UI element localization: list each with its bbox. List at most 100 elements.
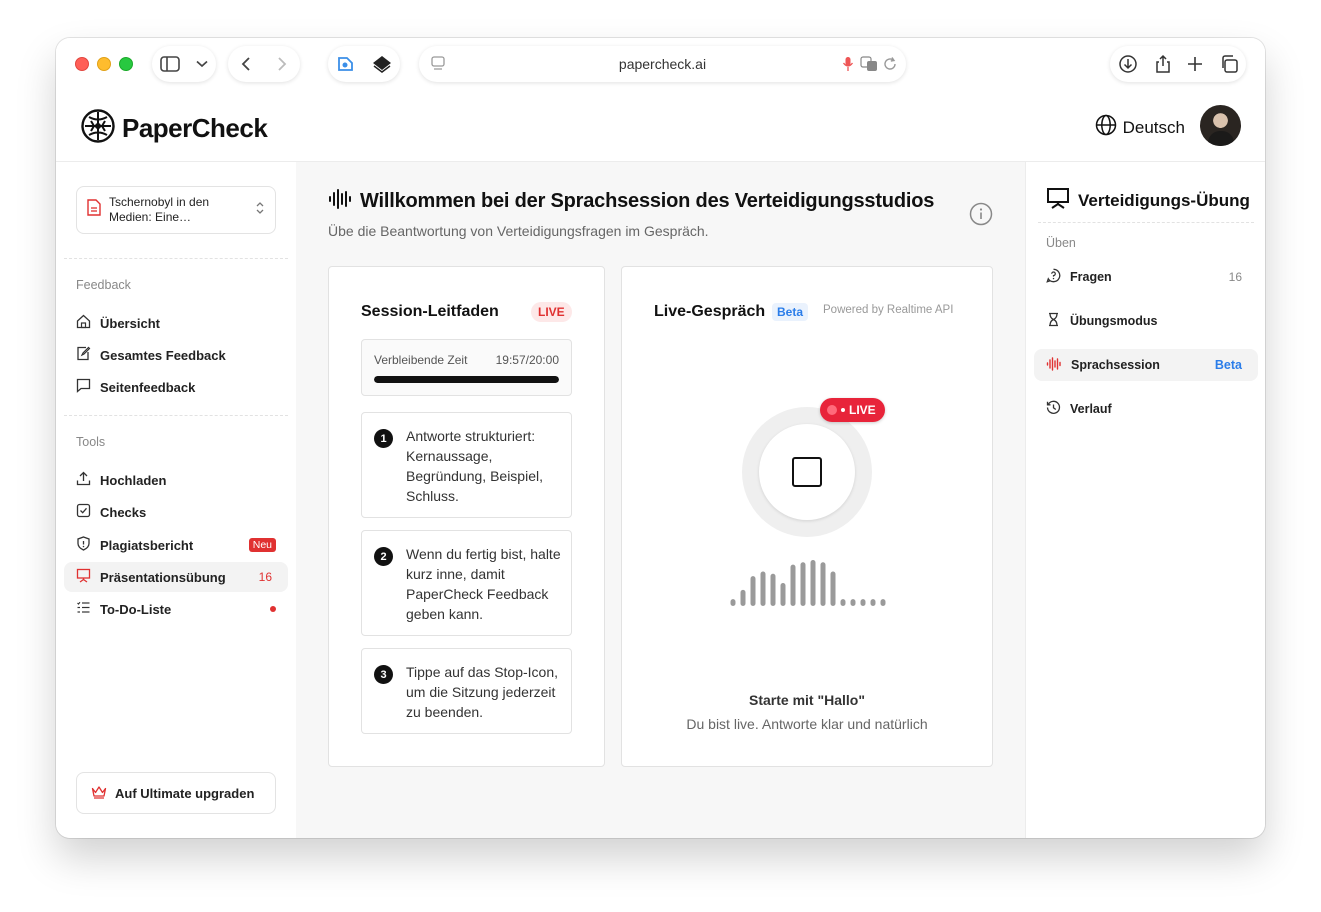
waveform-bar [780,583,786,606]
history-icon [1046,400,1061,418]
sidebar-item-uebersicht[interactable]: Übersicht [64,308,288,338]
sidebar-item-plagiatsbericht[interactable]: Plagiatsbericht Neu [64,530,288,560]
share-icon[interactable] [1155,54,1171,74]
edit-doc-icon [76,346,91,364]
chevron-down-icon[interactable] [196,60,208,68]
comment-icon [76,378,91,396]
waveform-bar [850,599,856,606]
page-subtitle: Übe die Beantwortung von Verteidigungsfr… [328,223,709,239]
document-selector[interactable]: Tschernobyl in den Medien: Eine… [76,186,276,234]
history-nav-group [228,46,300,82]
shield-icon [76,536,91,554]
avatar[interactable] [1200,105,1241,146]
logo[interactable]: PaperCheck [80,108,268,149]
info-icon[interactable] [969,202,993,231]
stop-icon [792,457,822,487]
waveform-bar [760,571,766,606]
layers-extension-icon[interactable] [372,55,392,73]
sidebar-item-label: Plagiatsbericht [100,537,194,553]
sidebar-item-todo-liste[interactable]: To-Do-Liste [64,594,288,624]
waveform-bar [740,589,746,606]
waveform-bar [880,599,886,606]
minimize-window-button[interactable] [97,57,111,71]
sidebar-item-hochladen[interactable]: Hochladen [64,465,288,495]
sidebar-item-checks[interactable]: Checks [64,497,288,527]
step-number: 3 [374,665,393,684]
waveform-bar [840,599,846,606]
timer-label: Verbleibende Zeit [374,353,468,367]
step-text: Antworte strukturiert: Kernaussage, Begr… [406,428,543,504]
brand-name: PaperCheck [122,113,268,143]
timer-value: 19:57/20:00 [495,353,559,367]
page-title: Willkommen bei der Sprachsession des Ver… [360,190,935,212]
guide-step: 3 Tippe auf das Stop-Icon, um die Sitzun… [361,648,572,734]
stop-button[interactable] [759,424,855,520]
recording-dot-icon [827,405,837,415]
sidebar-item-seitenfeedback[interactable]: Seitenfeedback [64,372,288,402]
zoom-window-button[interactable] [119,57,133,71]
close-window-button[interactable] [75,57,89,71]
audio-wave-icon [328,189,352,214]
sidebar-item-praesentationsuebung[interactable]: Präsentationsübung 16 [64,562,288,592]
count-badge: 16 [1228,270,1242,284]
panel-item-fragen[interactable]: Fragen 16 [1034,261,1258,293]
divider [1038,222,1254,223]
extension-icon[interactable] [336,55,356,73]
panel-item-sprachsession[interactable]: Sprachsession Beta [1034,349,1258,381]
crown-icon [91,785,107,802]
powered-by-text: Powered by Realtime API [823,304,954,316]
panel-item-verlauf[interactable]: Verlauf [1034,393,1258,425]
sidebar-item-label: Gesamtes Feedback [100,347,226,363]
guide-step: 2 Wenn du fertig bist, halte kurz inne, … [361,530,572,636]
main-content: Willkommen bei der Sprachsession des Ver… [296,162,1025,838]
sidebar-item-label: Checks [100,504,147,520]
document-title: Tschernobyl in den Medien: Eine… [109,195,210,224]
waveform-bar [810,560,816,606]
step-number: 1 [374,429,393,448]
tab-overview-icon[interactable] [1220,55,1238,73]
waveform-bar [730,599,736,606]
download-icon[interactable] [1118,54,1138,74]
browser-toolbar: papercheck.ai [56,38,1265,90]
url-text: papercheck.ai [618,56,707,72]
address-bar[interactable]: papercheck.ai [419,46,906,82]
waveform-bar [870,599,876,606]
home-icon [76,314,91,332]
chevron-updown-icon [255,201,265,220]
upgrade-button[interactable]: Auf Ultimate upgraden [76,772,276,814]
sidebar-item-label: Hochladen [100,472,167,488]
new-tab-icon[interactable] [1187,56,1203,72]
panel-item-uebungsmodus[interactable]: Übungsmodus [1034,305,1258,337]
sidebar-item-gesamtes-feedback[interactable]: Gesamtes Feedback [64,340,288,370]
language-selector[interactable]: Deutsch [1095,114,1185,141]
live-conversation-title: Live-Gespräch [654,303,766,320]
waveform-bar [790,564,796,606]
forward-arrow-icon[interactable] [276,56,288,72]
audio-wave-icon [1046,356,1062,374]
panel-item-label: Verlauf [1070,402,1112,416]
waveform-bar [860,599,866,606]
app-header: PaperCheck Deutsch [56,90,1265,162]
presentation-icon [1046,187,1070,214]
language-label: Deutsch [1122,117,1185,137]
extensions-group [328,46,400,82]
browser-window: papercheck.ai PaperCheck Deutsch Tschern… [56,38,1265,838]
waveform-bar [750,576,756,606]
checkbox-icon [76,503,91,521]
timer-box: Verbleibende Zeit 19:57/20:00 [361,339,572,396]
sidebar-toggle-group [152,46,216,82]
translate-icon[interactable] [860,56,878,77]
sidebar-toggle-icon[interactable] [160,56,180,72]
sidebar-item-label: Präsentationsübung [100,569,226,585]
sidebar: Tschernobyl in den Medien: Eine… Feedbac… [56,162,296,838]
session-guide-card: Session-Leitfaden LIVE Verbleibende Zeit… [328,266,605,767]
panel-item-label: Sprachsession [1071,358,1160,372]
divider [64,415,288,416]
back-arrow-icon[interactable] [240,56,252,72]
new-badge: Neu [248,538,276,552]
tools-section-title: Tools [76,435,106,449]
hint-title: Starte mit "Hallo" [749,692,865,708]
reload-icon[interactable] [882,56,898,77]
page-header: Willkommen bei der Sprachsession des Ver… [328,189,934,214]
microphone-icon[interactable] [842,56,854,77]
